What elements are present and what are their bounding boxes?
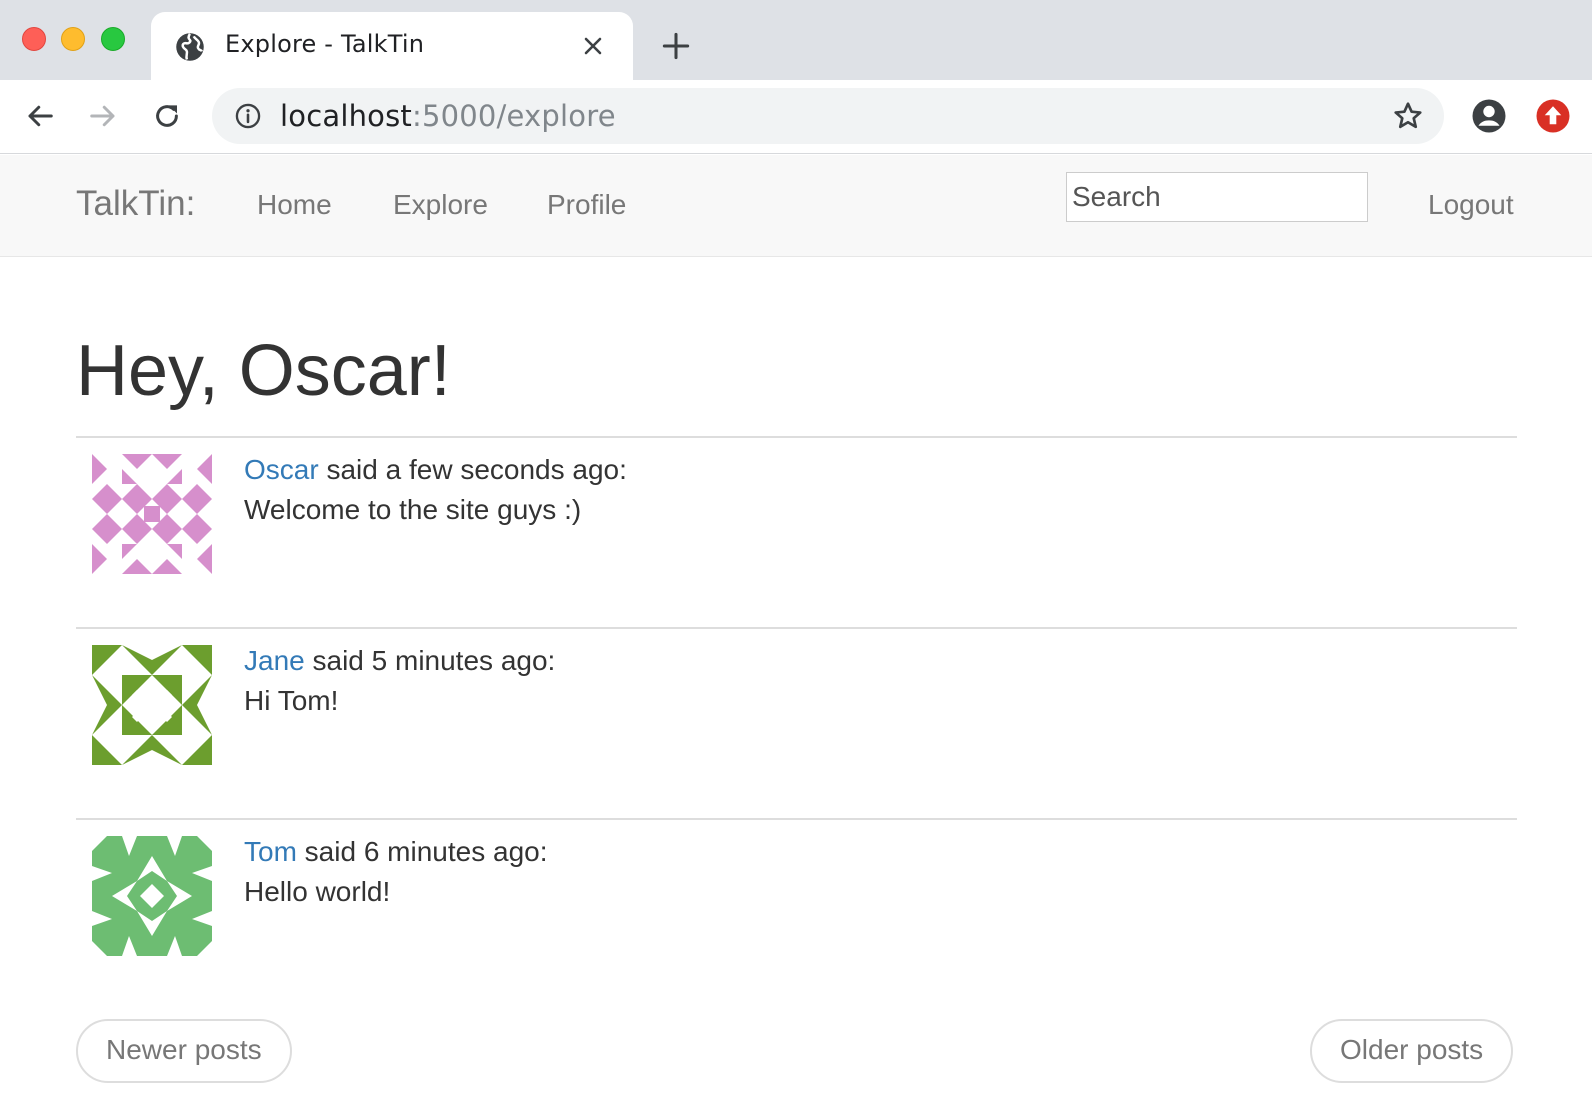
nav-explore-link[interactable]: Explore <box>393 189 488 221</box>
url-path: :5000/explore <box>411 99 616 133</box>
user-avatar-identicon[interactable] <box>92 454 212 574</box>
post-meta: said 5 minutes ago: <box>304 645 556 676</box>
post-body: Welcome to the site guys :) <box>244 494 582 525</box>
logout-link[interactable]: Logout <box>1428 189 1514 221</box>
forward-arrow-icon[interactable] <box>88 101 118 131</box>
profile-avatar-icon[interactable] <box>1471 98 1507 134</box>
window-close-button[interactable] <box>22 27 46 51</box>
post-item: Jane said 5 minutes ago: Hi Tom! <box>76 629 1517 819</box>
globe-icon <box>176 33 204 61</box>
browser-tab[interactable]: Explore - TalkTin <box>151 12 633 80</box>
bookmark-star-icon[interactable] <box>1392 100 1424 132</box>
reload-icon[interactable] <box>152 101 182 131</box>
site-navbar: TalkTin: Home Explore Profile Logout <box>0 155 1592 257</box>
nav-home-link[interactable]: Home <box>257 189 332 221</box>
brand-link[interactable]: TalkTin: <box>76 184 195 224</box>
page-title: Hey, Oscar! <box>76 331 451 411</box>
post-author-link[interactable]: Tom <box>244 836 297 867</box>
window-minimize-button[interactable] <box>61 27 85 51</box>
browser-tabstrip: Explore - TalkTin <box>0 0 1592 80</box>
user-avatar-identicon[interactable] <box>92 645 212 765</box>
post-header: Oscar said a few seconds ago: <box>244 454 627 486</box>
update-icon[interactable] <box>1535 98 1571 134</box>
close-icon[interactable] <box>581 34 605 58</box>
post-header: Jane said 5 minutes ago: <box>244 645 555 677</box>
user-avatar-identicon[interactable] <box>92 836 212 956</box>
url-host: localhost <box>280 99 412 133</box>
post-body: Hello world! <box>244 876 391 907</box>
post-meta: said 6 minutes ago: <box>296 836 548 867</box>
info-icon[interactable] <box>234 102 262 130</box>
post-header: Tom said 6 minutes ago: <box>244 836 548 868</box>
search-input[interactable] <box>1066 172 1368 222</box>
nav-profile-link[interactable]: Profile <box>547 189 626 221</box>
post-author-link[interactable]: Jane <box>244 645 305 676</box>
post-item: Tom said 6 minutes ago: Hello world! <box>76 820 1517 1010</box>
newer-posts-button[interactable]: Newer posts <box>76 1019 292 1083</box>
post-author-link[interactable]: Oscar <box>244 454 319 485</box>
post-meta: said a few seconds ago: <box>318 454 627 485</box>
older-posts-button[interactable]: Older posts <box>1310 1019 1514 1083</box>
window-maximize-button[interactable] <box>101 27 125 51</box>
back-arrow-icon[interactable] <box>25 101 55 131</box>
new-tab-icon[interactable] <box>662 32 690 60</box>
post-item: Oscar said a few seconds ago: Welcome to… <box>76 438 1517 628</box>
tab-title: Explore - TalkTin <box>225 30 425 58</box>
address-url[interactable]: localhost:5000/explore <box>280 99 616 133</box>
post-body: Hi Tom! <box>244 685 339 716</box>
address-bar[interactable]: localhost:5000/explore <box>212 88 1444 144</box>
browser-toolbar: localhost:5000/explore <box>0 80 1592 154</box>
